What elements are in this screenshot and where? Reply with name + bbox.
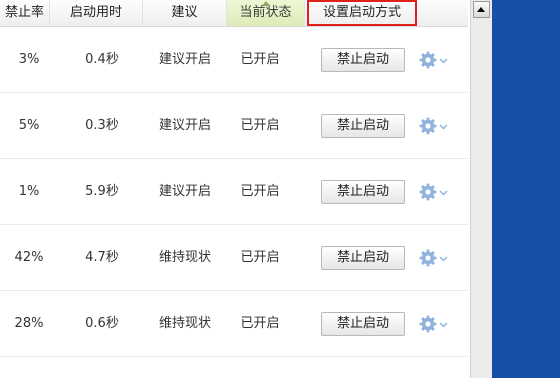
column-header-current-state-label: 当前状态 (239, 5, 292, 20)
table-row: 42% 4.7秒 维持现状 已开启 禁止启动 (0, 225, 468, 291)
cell-suggestion: 建议开启 (158, 118, 211, 133)
disable-startup-button[interactable]: 禁止启动 (321, 312, 405, 336)
cell-suggestion: 维持现状 (158, 250, 211, 265)
cell-ban-rate: 28% (14, 316, 44, 331)
gear-icon[interactable] (419, 183, 449, 201)
cell-startup-time: 4.7秒 (85, 250, 119, 265)
cell-ban-rate: 3% (18, 52, 40, 67)
table-row: 1% 5.9秒 建议开启 已开启 禁止启动 (0, 159, 468, 225)
disable-startup-button[interactable]: 禁止启动 (321, 180, 405, 204)
sort-ascending-icon (262, 1, 270, 6)
table-row: 28% 0.6秒 维持现状 已开启 禁止启动 (0, 291, 468, 357)
column-header-startup-time[interactable]: 启动用时 (50, 0, 143, 26)
chevron-down-icon (439, 190, 448, 196)
chevron-down-icon (439, 256, 448, 262)
gear-icon[interactable] (419, 117, 449, 135)
disable-startup-button[interactable]: 禁止启动 (321, 48, 405, 72)
side-panel (492, 0, 560, 378)
gear-icon[interactable] (419, 249, 449, 267)
gear-icon[interactable] (419, 51, 449, 69)
cell-suggestion: 建议开启 (158, 184, 211, 199)
column-header-suggestion[interactable]: 建议 (143, 0, 227, 26)
cell-current-state: 已开启 (240, 184, 280, 199)
cell-current-state: 已开启 (240, 250, 280, 265)
cell-suggestion: 维持现状 (158, 316, 211, 331)
table-row: 5% 0.3秒 建议开启 已开启 禁止启动 (0, 93, 468, 159)
disable-startup-button[interactable]: 禁止启动 (321, 114, 405, 138)
chevron-down-icon (439, 322, 448, 328)
scroll-up-arrow-icon[interactable] (473, 1, 490, 18)
cell-ban-rate: 42% (14, 250, 44, 265)
cell-startup-time: 0.6秒 (85, 316, 119, 331)
table-row: 3% 0.4秒 建议开启 已开启 禁止启动 (0, 27, 468, 93)
gear-icon[interactable] (419, 315, 449, 333)
cell-startup-time: 5.9秒 (85, 184, 119, 199)
vertical-scrollbar[interactable] (470, 0, 492, 378)
cell-current-state: 已开启 (240, 118, 280, 133)
cell-current-state: 已开启 (240, 316, 280, 331)
chevron-down-icon (439, 58, 448, 64)
chevron-down-icon (439, 124, 448, 130)
column-header-ban-rate[interactable]: 禁止率 (0, 0, 50, 26)
cell-current-state: 已开启 (240, 52, 280, 67)
cell-ban-rate: 5% (18, 118, 40, 133)
column-header-set-startup-mode[interactable]: 设置启动方式 (307, 0, 417, 26)
cell-suggestion: 建议开启 (158, 52, 211, 67)
column-header-current-state[interactable]: 当前状态 (227, 0, 305, 26)
disable-startup-button[interactable]: 禁止启动 (321, 246, 405, 270)
cell-startup-time: 0.3秒 (85, 118, 119, 133)
table-header: 禁止率 启动用时 建议 当前状态 设置启动方式 (0, 0, 468, 27)
cell-ban-rate: 1% (18, 184, 40, 199)
cell-startup-time: 0.4秒 (85, 52, 119, 67)
